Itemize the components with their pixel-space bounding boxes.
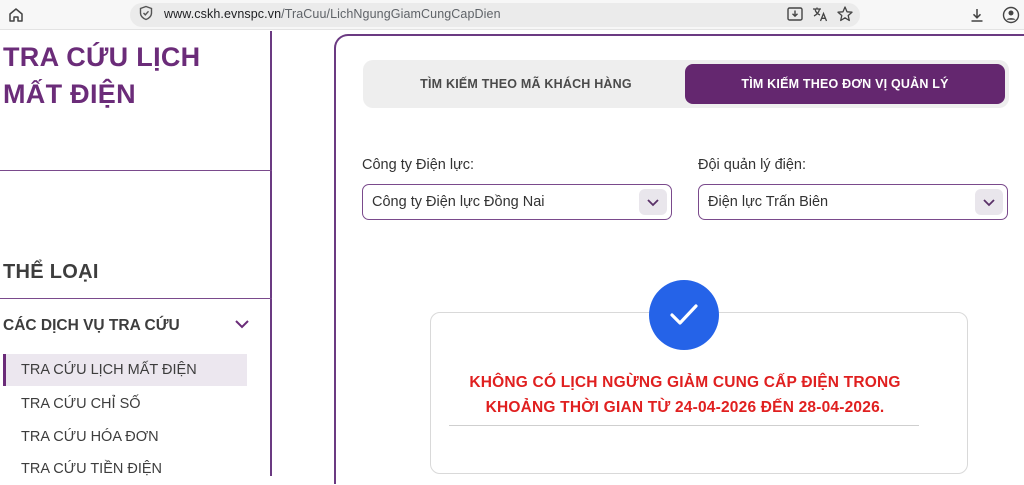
success-badge [649, 280, 719, 350]
check-icon [670, 304, 698, 325]
url-text[interactable]: www.cskh.evnspc.vn/TraCuu/LichNgungGiamC… [164, 7, 501, 21]
tab-search-by-management-unit[interactable]: TÌM KIẾM THEO ĐƠN VỊ QUẢN LÝ [685, 64, 1005, 104]
tab-search-by-customer-code[interactable]: TÌM KIẾM THEO MÃ KHÁCH HÀNG [367, 64, 685, 104]
management-team-select[interactable]: Điện lực Trấn Biên [698, 184, 1008, 220]
chevron-down-icon [983, 199, 995, 207]
sidebar-item-electricity-bill[interactable]: TRA CỨU TIỀN ĐIỆN [3, 453, 247, 485]
result-message: KHÔNG CÓ LỊCH NGỪNG GIẢM CUNG CẤP ĐIỆN T… [440, 370, 930, 420]
category-divider [0, 298, 272, 299]
download-page-icon[interactable] [786, 5, 804, 23]
tune-icon[interactable] [138, 5, 154, 21]
url-path: /TraCuu/LichNgungGiamCungCapDien [281, 7, 501, 21]
company-select[interactable]: Công ty Điện lực Đồng Nai [362, 184, 672, 220]
browser-toolbar: www.cskh.evnspc.vn/TraCuu/LichNgungGiamC… [0, 0, 1024, 30]
sidebar-item-outage-schedule[interactable]: TRA CỨU LỊCH MẤT ĐIỆN [3, 354, 247, 386]
profile-icon[interactable] [1002, 6, 1020, 24]
sidebar-item-invoice[interactable]: TRA CỨU HÓA ĐƠN [3, 421, 247, 453]
management-team-select-button[interactable] [975, 189, 1003, 215]
management-team-label: Đội quản lý điện: [698, 157, 807, 173]
category-heading: THỂ LOẠI [3, 261, 99, 283]
home-icon[interactable] [6, 5, 26, 25]
services-accordion-label: CÁC DỊCH VỤ TRA CỨU [3, 317, 180, 334]
result-divider [449, 425, 919, 426]
chevron-down-icon[interactable] [233, 315, 251, 333]
search-tab-bar: TÌM KIẾM THEO MÃ KHÁCH HÀNG TÌM KIẾM THE… [363, 60, 1009, 108]
url-host: www.cskh.evnspc.vn [164, 7, 282, 21]
result-message-line1: KHÔNG CÓ LỊCH NGỪNG GIẢM CUNG CẤP ĐIỆN T… [469, 374, 901, 391]
title-divider [0, 170, 272, 171]
result-message-line2: KHOẢNG THỜI GIAN TỪ 24-04-2026 ĐẾN 28-04… [485, 399, 885, 416]
translate-icon[interactable] [811, 5, 829, 23]
services-accordion[interactable]: CÁC DỊCH VỤ TRA CỨU [3, 315, 253, 337]
company-select-value: Công ty Điện lực Đồng Nai [372, 194, 545, 210]
page-title: TRA CỨU LỊCH MẤT ĐIỆN [3, 42, 201, 109]
sidebar-item-meter-reading[interactable]: TRA CỨU CHỈ SỐ [3, 388, 247, 420]
chevron-down-icon [647, 199, 659, 207]
company-label: Công ty Điện lực: [362, 157, 475, 173]
management-team-select-value: Điện lực Trấn Biên [708, 194, 829, 210]
download-icon[interactable] [968, 6, 986, 24]
sidebar: TRA CỨU LỊCH MẤT ĐIỆN THỂ LOẠI CÁC DỊCH … [0, 31, 272, 477]
star-icon[interactable] [836, 5, 854, 23]
company-select-button[interactable] [639, 189, 667, 215]
